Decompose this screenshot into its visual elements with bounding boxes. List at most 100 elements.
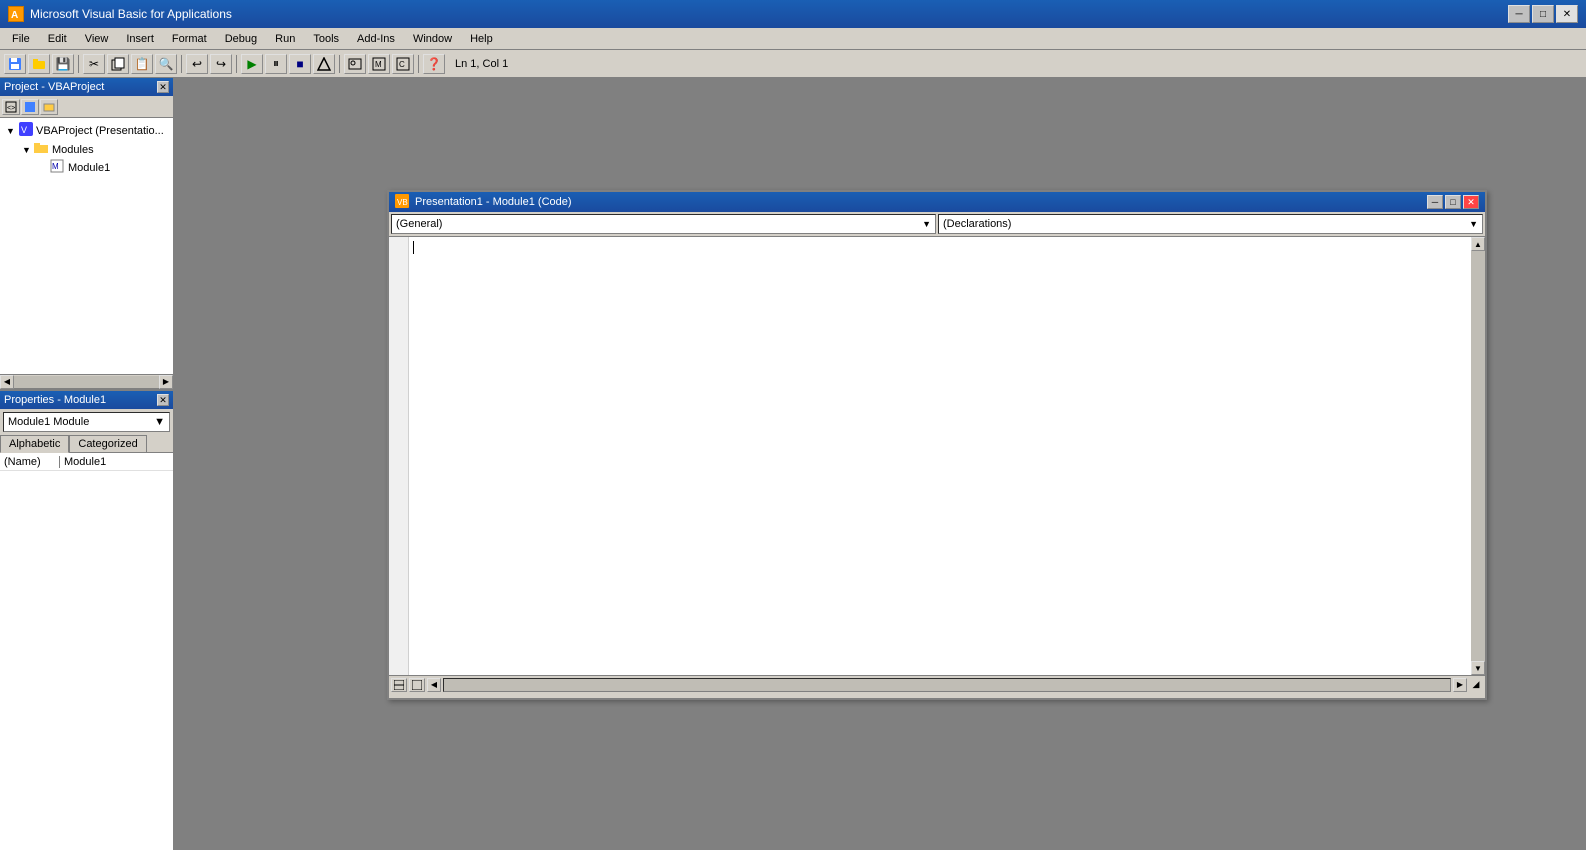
svg-text:C: C bbox=[399, 60, 405, 69]
code-general-dropdown[interactable]: (General) ▼ bbox=[391, 214, 936, 234]
project-panel-label: Project - VBAProject bbox=[4, 81, 104, 93]
menu-file[interactable]: File bbox=[4, 31, 38, 47]
menu-view[interactable]: View bbox=[77, 31, 117, 47]
code-declarations-dropdown[interactable]: (Declarations) ▼ bbox=[938, 214, 1483, 234]
menu-edit[interactable]: Edit bbox=[40, 31, 75, 47]
scroll-h-track[interactable] bbox=[14, 376, 159, 388]
tree-item-modules[interactable]: ▼ Modules bbox=[2, 141, 171, 158]
menu-debug[interactable]: Debug bbox=[217, 31, 265, 47]
app-icon: A bbox=[8, 6, 24, 22]
toolbar-class[interactable]: C bbox=[392, 54, 414, 74]
menu-tools[interactable]: Tools bbox=[305, 31, 347, 47]
toolbar-copy[interactable] bbox=[107, 54, 129, 74]
toolbar-open[interactable] bbox=[28, 54, 50, 74]
scroll-right-arrow[interactable]: ▶ bbox=[159, 375, 173, 389]
code-scroll-v-track[interactable] bbox=[1471, 251, 1485, 661]
svg-text:M: M bbox=[52, 162, 59, 171]
menu-bar: File Edit View Insert Format Debug Run T… bbox=[0, 28, 1586, 50]
toolbar-run[interactable]: ▶ bbox=[241, 54, 263, 74]
properties-panel-title: Properties - Module1 ✕ bbox=[0, 391, 173, 409]
code-editor[interactable] bbox=[409, 237, 1471, 675]
properties-panel-close[interactable]: ✕ bbox=[157, 394, 169, 406]
project-panel-close[interactable]: ✕ bbox=[157, 81, 169, 93]
menu-run[interactable]: Run bbox=[267, 31, 303, 47]
tree-expand-root: ▼ bbox=[6, 126, 16, 136]
toolbar-module[interactable]: M bbox=[368, 54, 390, 74]
menu-format[interactable]: Format bbox=[164, 31, 215, 47]
close-button[interactable]: ✕ bbox=[1556, 5, 1578, 23]
prop-name-value: Module1 bbox=[60, 456, 110, 468]
tree-module1-label: Module1 bbox=[68, 162, 110, 174]
project-view-object[interactable] bbox=[21, 99, 39, 115]
code-scrollbar-h[interactable] bbox=[443, 678, 1451, 692]
code-close-button[interactable]: ✕ bbox=[1463, 195, 1479, 209]
code-dropdowns: (General) ▼ (Declarations) ▼ bbox=[389, 212, 1485, 237]
project-panel-title: Project - VBAProject ✕ bbox=[0, 78, 173, 96]
toolbar-pause[interactable]: ⏸ bbox=[265, 54, 287, 74]
code-view-proc[interactable] bbox=[391, 678, 407, 692]
code-scroll-down[interactable]: ▼ bbox=[1471, 661, 1485, 675]
project-toggle-folders[interactable] bbox=[40, 99, 58, 115]
scroll-left-arrow[interactable]: ◀ bbox=[0, 375, 14, 389]
toolbar-stop[interactable]: ■ bbox=[289, 54, 311, 74]
properties-tabs: Alphabetic Categorized bbox=[0, 435, 173, 453]
line-numbers bbox=[389, 237, 409, 675]
app-title-bar: A Microsoft Visual Basic for Application… bbox=[0, 0, 1586, 28]
left-panel: Project - VBAProject ✕ <> ▼ V bbox=[0, 78, 175, 850]
code-editor-area: ▲ ▼ bbox=[389, 237, 1485, 675]
code-window-icon: VB bbox=[395, 194, 409, 211]
maximize-button[interactable]: □ bbox=[1532, 5, 1554, 23]
menu-addins[interactable]: Add-Ins bbox=[349, 31, 403, 47]
toolbar: 💾 ✂ 📋 🔍 ↩ ↪ ▶ ⏸ ■ M C ❓ Ln 1, Col 1 bbox=[0, 50, 1586, 78]
code-size-grip[interactable]: ◢ bbox=[1469, 678, 1483, 692]
main-layout: Project - VBAProject ✕ <> ▼ V bbox=[0, 78, 1586, 850]
code-bottom-bar: ◀ ▶ ◢ bbox=[389, 675, 1485, 693]
toolbar-paste[interactable]: 📋 bbox=[131, 54, 153, 74]
toolbar-sep-1 bbox=[78, 55, 79, 73]
properties-dropdown[interactable]: Module1 Module ▼ bbox=[3, 412, 170, 432]
tree-expand-modules: ▼ bbox=[22, 145, 32, 155]
code-minimize-button[interactable]: ─ bbox=[1427, 195, 1443, 209]
tree-item-module1[interactable]: M Module1 bbox=[2, 158, 171, 177]
code-scroll-h-left[interactable]: ◀ bbox=[427, 678, 441, 692]
code-maximize-button[interactable]: □ bbox=[1445, 195, 1461, 209]
tree-vbaproject-label: VBAProject (Presentatio... bbox=[36, 125, 164, 137]
svg-text:<>: <> bbox=[7, 105, 15, 112]
menu-window[interactable]: Window bbox=[405, 31, 460, 47]
project-panel: Project - VBAProject ✕ <> ▼ V bbox=[0, 78, 173, 390]
toolbar-save-file[interactable]: 💾 bbox=[52, 54, 74, 74]
code-declarations-label: (Declarations) bbox=[943, 218, 1011, 230]
toolbar-sep-2 bbox=[181, 55, 182, 73]
toolbar-undo[interactable]: ↩ bbox=[186, 54, 208, 74]
properties-table: (Name) Module1 bbox=[0, 453, 173, 850]
toolbar-find[interactable]: 🔍 bbox=[155, 54, 177, 74]
code-declarations-arrow: ▼ bbox=[1469, 219, 1478, 229]
project-view-code[interactable]: <> bbox=[2, 99, 20, 115]
code-view-full-module[interactable] bbox=[409, 678, 425, 692]
code-scroll-up[interactable]: ▲ bbox=[1471, 237, 1485, 251]
toolbar-position: Ln 1, Col 1 bbox=[455, 58, 508, 70]
properties-panel-label: Properties - Module1 bbox=[4, 394, 106, 406]
tree-item-root[interactable]: ▼ V VBAProject (Presentatio... bbox=[2, 120, 171, 141]
menu-insert[interactable]: Insert bbox=[118, 31, 162, 47]
vbaproject-icon: V bbox=[18, 121, 34, 140]
properties-dropdown-value: Module1 Module bbox=[8, 416, 89, 428]
code-scroll-h-right[interactable]: ▶ bbox=[1453, 678, 1467, 692]
toolbar-redo[interactable]: ↪ bbox=[210, 54, 232, 74]
toolbar-sep-3 bbox=[236, 55, 237, 73]
prop-row-name[interactable]: (Name) Module1 bbox=[0, 453, 173, 471]
toolbar-sep-5 bbox=[418, 55, 419, 73]
minimize-button[interactable]: ─ bbox=[1508, 5, 1530, 23]
toolbar-design[interactable] bbox=[313, 54, 335, 74]
code-general-label: (General) bbox=[396, 218, 442, 230]
tab-categorized[interactable]: Categorized bbox=[69, 435, 146, 452]
toolbar-cut[interactable]: ✂ bbox=[83, 54, 105, 74]
toolbar-help[interactable]: ❓ bbox=[423, 54, 445, 74]
toolbar-save[interactable] bbox=[4, 54, 26, 74]
project-scrollbar-h: ◀ ▶ bbox=[0, 374, 173, 388]
menu-help[interactable]: Help bbox=[462, 31, 501, 47]
toolbar-userform[interactable] bbox=[344, 54, 366, 74]
prop-name-label: (Name) bbox=[0, 456, 60, 468]
tab-alphabetic[interactable]: Alphabetic bbox=[0, 435, 69, 453]
tree-modules-label: Modules bbox=[52, 144, 94, 156]
